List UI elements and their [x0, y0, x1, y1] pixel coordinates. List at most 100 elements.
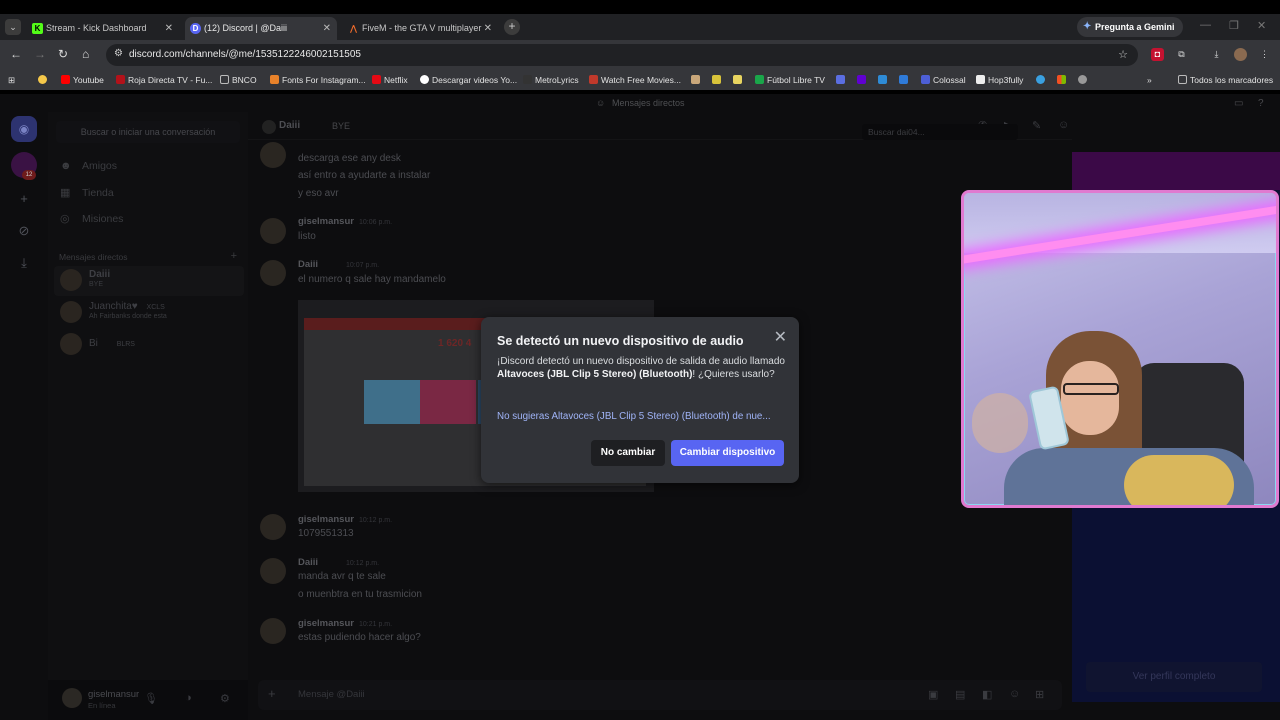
new-dm-icon[interactable]: +	[231, 250, 237, 262]
gemini-button[interactable]: ✦ Pregunta a Gemini	[1077, 17, 1183, 37]
bookmark-star-icon[interactable]: ☆	[1118, 48, 1128, 61]
dm-name: Daiii	[89, 269, 111, 280]
chevron-more-icon[interactable]: »	[1147, 73, 1157, 87]
download-apps-icon[interactable]: ⤓	[11, 250, 37, 276]
site-info-icon[interactable]: ⚙	[114, 48, 123, 59]
message-time: 10:07 p.m.	[346, 262, 380, 269]
avatar	[262, 120, 276, 134]
download-icon[interactable]: ⤓	[1210, 48, 1223, 61]
pin-icon[interactable]: ✎	[1032, 119, 1041, 132]
globe-icon[interactable]	[1078, 73, 1088, 87]
extension-icon[interactable]: ◘	[1151, 48, 1164, 61]
add-friends-icon[interactable]: ☺	[1058, 119, 1069, 131]
back-icon[interactable]: ←	[10, 47, 22, 61]
chat-status: BYE	[332, 121, 351, 131]
window-close-icon[interactable]: ✕	[1257, 19, 1266, 32]
bookmark-bnco[interactable]: BNCO	[220, 73, 257, 87]
profile-banner	[1072, 152, 1280, 190]
bookmark-youtube[interactable]: Youtube	[61, 73, 104, 87]
dm-item-daiii[interactable]: Daiii BYE	[54, 266, 244, 296]
bookmark-futbol-libre[interactable]: Fútbol Libre TV	[755, 73, 825, 87]
minimize-icon[interactable]: —	[1200, 19, 1211, 31]
nav-quests[interactable]: ◎ Misiones	[60, 209, 123, 229]
reload-icon[interactable]: ↻	[58, 47, 68, 61]
dm-sidebar: Buscar o iniciar una conversación ☻ Amigo…	[48, 112, 248, 720]
dm-item-juanchita[interactable]: Juanchita♥ XCLS Ah Fairbanks donde esta	[54, 298, 244, 328]
bookmark-watch-movies[interactable]: Watch Free Movies...	[589, 73, 681, 87]
url-field[interactable]: ⚙ discord.com/channels/@me/1535122246002…	[106, 44, 1138, 66]
extensions-puzzle-icon[interactable]: ⧉	[1175, 48, 1188, 61]
gift-icon[interactable]: ▣	[928, 688, 938, 701]
bookmark-icon-1[interactable]	[691, 73, 701, 87]
help-icon[interactable]: ?	[1258, 98, 1264, 109]
avatar[interactable]	[62, 688, 82, 708]
attach-icon[interactable]: +	[268, 686, 276, 701]
microphone-icon[interactable]: 🎙	[144, 692, 158, 705]
message-author[interactable]: giselmansur	[298, 618, 354, 629]
nav-friends[interactable]: ☻ Amigos	[60, 156, 117, 176]
sticker-icon[interactable]: ◧	[982, 688, 992, 701]
settings-gear-icon[interactable]: ⚙	[220, 692, 230, 705]
close-icon[interactable]: ✕	[165, 17, 173, 40]
tab-discord[interactable]: D (12) Discord | @Daiii ✕	[185, 17, 337, 40]
all-bookmarks-folder[interactable]: Todos los marcadores	[1178, 73, 1273, 87]
tab-kick[interactable]: K Stream - Kick Dashboard ✕	[27, 17, 179, 40]
message-composer[interactable]: + Mensaje @Daiii ▣ ▤ ◧ ☺ ⊞	[258, 680, 1062, 710]
add-server-icon[interactable]: +	[11, 186, 37, 212]
forward-icon[interactable]: →	[34, 47, 46, 61]
explore-icon[interactable]: ⊘	[11, 218, 37, 244]
bookmark-hop3fully[interactable]: Hop3fully	[976, 73, 1023, 87]
close-icon[interactable]: ✕	[484, 17, 492, 40]
gif-icon[interactable]: ▤	[955, 688, 965, 701]
message-text: el numero q sale hay mandamelo	[298, 274, 446, 285]
bookmark-descargar[interactable]: Descargar videos Yo...	[420, 73, 517, 87]
bookmark-netflix[interactable]: Netflix	[372, 73, 408, 87]
attachment-block	[420, 380, 476, 424]
message-text: o muenbtra en tu trasmicion	[298, 589, 422, 600]
tab-fivem[interactable]: ⋀ FiveM - the GTA V multiplayer ✕	[343, 17, 498, 40]
maximize-icon[interactable]: ❐	[1229, 19, 1239, 32]
message-author[interactable]: giselmansur	[298, 514, 354, 525]
nav-shop[interactable]: ▦ Tienda	[60, 183, 114, 203]
yahoo-icon[interactable]	[857, 73, 867, 87]
menu-icon[interactable]: ⋮	[1258, 48, 1271, 61]
close-icon[interactable]: ✕	[323, 17, 331, 40]
bookmark-fonts[interactable]: Fonts For Instagram...	[270, 73, 366, 87]
bookmark-icon-2[interactable]	[712, 73, 722, 87]
profile-avatar[interactable]	[1234, 48, 1247, 61]
emoji-icon[interactable]: ☺	[1009, 688, 1020, 700]
headphones-icon[interactable]: ◑	[185, 692, 192, 704]
message-author[interactable]: Daiii	[298, 259, 318, 270]
change-device-button[interactable]: Cambiar dispositivo	[671, 440, 784, 466]
message-author[interactable]: giselmansur	[298, 216, 354, 227]
home-icon[interactable]: ⌂	[82, 47, 89, 61]
bookmark-metrolyrics[interactable]: MetroLyrics	[523, 73, 579, 87]
tab-search-button[interactable]: ⌄	[5, 19, 21, 35]
microsoft-icon[interactable]	[1057, 73, 1067, 87]
message-text: y eso avr	[298, 188, 339, 199]
no-change-button[interactable]: No cambiar	[591, 440, 665, 466]
message-author[interactable]: Daiii	[298, 557, 318, 568]
dont-suggest-link[interactable]: No sugieras Altavoces (JBL Clip 5 Stereo…	[497, 411, 787, 422]
bookmark-colossal[interactable]: Colossal	[921, 73, 966, 87]
discord-home-icon[interactable]: ◉	[11, 116, 37, 142]
new-tab-button[interactable]: +	[504, 19, 520, 35]
bookmark-icon-3[interactable]	[733, 73, 743, 87]
message-text: manda avr q te sale	[298, 571, 386, 582]
dm-item-bi[interactable]: Bi BLRS	[54, 330, 244, 360]
bookmark-roja-directa[interactable]: Roja Directa TV - Fu...	[116, 73, 212, 87]
inbox-icon[interactable]: ▭	[1234, 98, 1243, 109]
conversation-search[interactable]: Buscar o iniciar una conversación	[56, 121, 240, 143]
emoji-bookmark-icon[interactable]	[38, 73, 48, 87]
bookmark-icon-5[interactable]	[878, 73, 888, 87]
bookmark-icon-7[interactable]	[1036, 73, 1046, 87]
apps-icon[interactable]: ⊞	[8, 73, 18, 87]
bookmark-icon-4[interactable]	[836, 73, 846, 87]
close-icon[interactable]: ✕	[774, 327, 787, 347]
bookmark-icon-6[interactable]	[899, 73, 909, 87]
avatar	[60, 333, 82, 355]
view-full-profile-button[interactable]: Ver perfil completo	[1086, 662, 1262, 692]
chat-search-input[interactable]: Buscar dai04...	[862, 124, 1018, 140]
attachment-number: 1 620 4	[438, 338, 472, 349]
apps-icon[interactable]: ⊞	[1035, 688, 1044, 701]
